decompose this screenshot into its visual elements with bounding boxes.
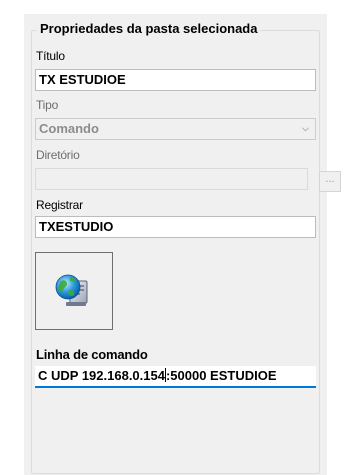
- linha-value-start: C UDP 192.168.0.154: [38, 368, 165, 383]
- titulo-label: Título: [36, 49, 65, 63]
- registrar-label: Registrar: [36, 198, 83, 212]
- titulo-field[interactable]: TX ESTUDIOE: [35, 69, 316, 91]
- tipo-value: Comando: [39, 121, 99, 136]
- diretorio-label: Diretório: [36, 148, 80, 162]
- folder-icon-button[interactable]: [35, 252, 113, 330]
- network-computer-icon: [55, 274, 88, 306]
- tipo-dropdown[interactable]: Comando: [35, 118, 316, 140]
- linha-label: Linha de comando: [36, 347, 148, 362]
- chevron-down-icon: [302, 127, 309, 132]
- linha-value-end: :50000 ESTUDIOE: [165, 368, 277, 383]
- registrar-field[interactable]: TXESTUDIO: [35, 216, 316, 238]
- group-title: Propriedades da pasta selecionada: [37, 21, 261, 36]
- tipo-label: Tipo: [36, 98, 59, 112]
- diretorio-field[interactable]: [35, 168, 308, 190]
- browse-button[interactable]: ...: [319, 171, 341, 192]
- linha-field[interactable]: C UDP 192.168.0.154:50000 ESTUDIOE: [35, 366, 316, 388]
